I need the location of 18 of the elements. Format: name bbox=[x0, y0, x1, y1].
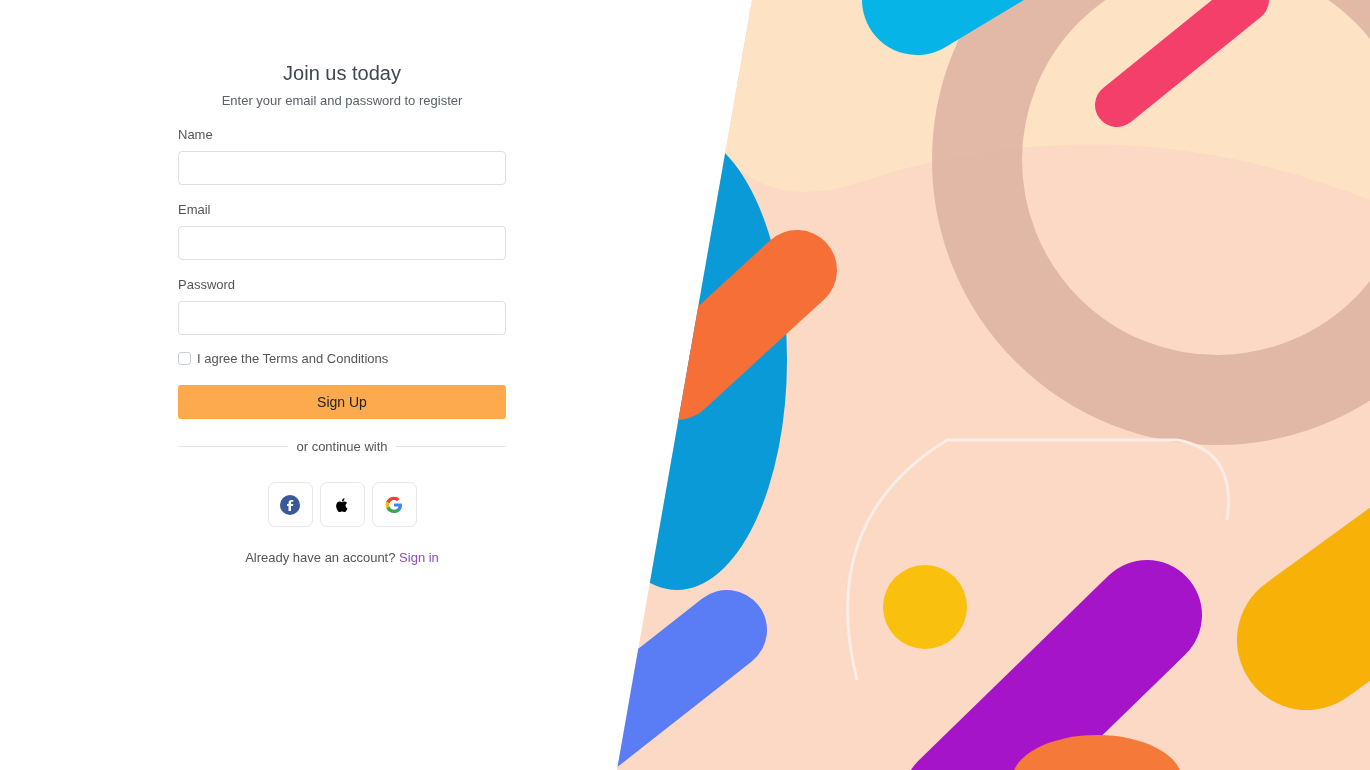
social-login-button[interactable] bbox=[267, 482, 313, 527]
sign-up-button[interactable]: Sign Up bbox=[178, 385, 506, 419]
account-prompt: Already have an account? bbox=[245, 550, 396, 565]
letter-f-circle-icon bbox=[280, 494, 300, 515]
checkbox-label: I agree the Terms and Conditions bbox=[197, 351, 389, 366]
input-field[interactable] bbox=[178, 301, 506, 335]
sign-in-link[interactable]: Sign in bbox=[399, 550, 439, 565]
form-subtitle: Enter your email and password to register bbox=[220, 93, 464, 108]
field-label: Name bbox=[178, 127, 213, 142]
field-label: Email bbox=[178, 202, 211, 217]
input-field[interactable] bbox=[178, 151, 506, 185]
form-title: Join us today bbox=[282, 62, 402, 85]
social-login-button[interactable] bbox=[319, 482, 365, 527]
checkbox[interactable] bbox=[178, 352, 191, 365]
divider-text: or continue with bbox=[296, 439, 388, 454]
field-label: Password bbox=[178, 277, 236, 292]
letter-g-icon bbox=[384, 494, 404, 515]
input-field[interactable] bbox=[178, 226, 506, 260]
